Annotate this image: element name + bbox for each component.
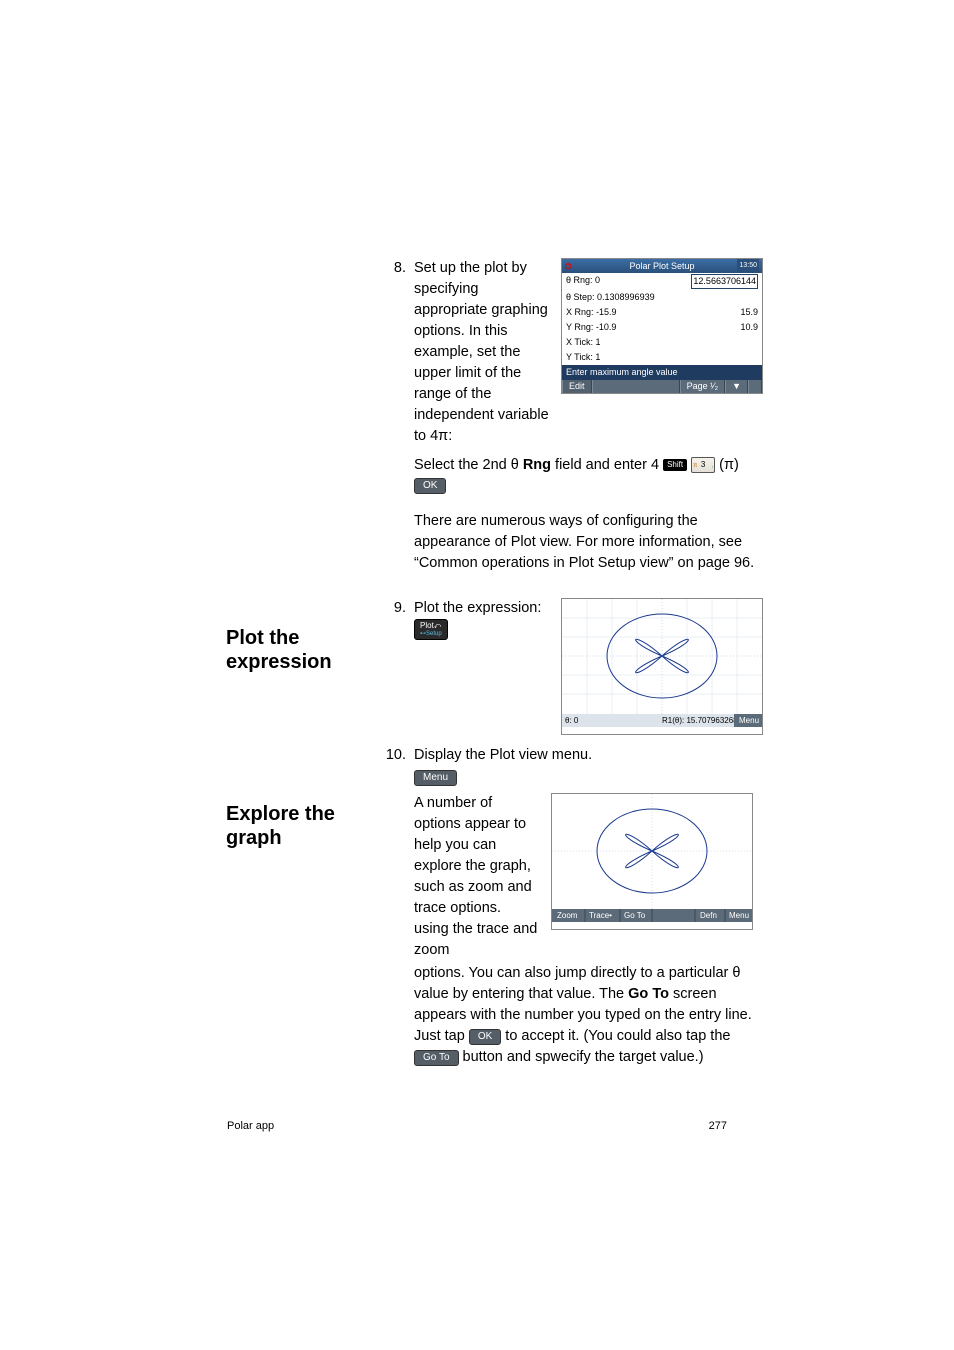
setup-field: X Rng: -15.9 bbox=[566, 306, 617, 319]
polar-plot-screenshot-2: Zoom Trace• Go To Defn Menu bbox=[551, 793, 753, 930]
step8-select-a: Select the 2nd θ bbox=[414, 457, 523, 473]
step10-number: 10. bbox=[382, 745, 414, 766]
step8-common: There are numerous ways of configuring t… bbox=[414, 511, 763, 574]
calc-title: Polar Plot Setup bbox=[629, 261, 694, 271]
setup-value: 15.9 bbox=[740, 306, 758, 319]
calc-hint: Enter maximum angle value bbox=[562, 365, 762, 380]
plot-expression-heading: Plot the expression bbox=[226, 626, 366, 674]
ok-button-2: OK bbox=[469, 1029, 501, 1045]
shift-key: Shift bbox=[663, 459, 687, 471]
polar-plot-screenshot-1: θ: 0 R1(θ): 15.707963268 Menu bbox=[561, 598, 763, 735]
svg-text:Zoom: Zoom bbox=[557, 911, 578, 920]
r1-status: R1(θ): 15.707963268 bbox=[662, 716, 738, 725]
svg-text:Menu: Menu bbox=[739, 716, 759, 725]
step10-para-a: A number of options appear to help you c… bbox=[414, 793, 539, 961]
setup-field: Y Rng: -10.9 bbox=[566, 321, 616, 334]
svg-text:Trace•: Trace• bbox=[589, 911, 612, 920]
step9-number: 9. bbox=[382, 598, 414, 619]
step8-select-b: field and enter 4 bbox=[551, 457, 659, 473]
step10-para-b-d: button and spwecify the target value.) bbox=[459, 1049, 704, 1065]
svg-text:Menu: Menu bbox=[729, 911, 749, 920]
rng-bold: Rng bbox=[523, 457, 551, 473]
edit-button: Edit bbox=[562, 380, 592, 393]
key-3: 3π, bbox=[691, 457, 715, 473]
setup-value: 10.9 bbox=[740, 321, 758, 334]
polar-plot-setup-screenshot: ⏻ Polar Plot Setup 13:50 θ Rng: 0 12.5663… bbox=[561, 258, 763, 394]
pi-paren: (π) bbox=[719, 457, 739, 473]
step9-text: Plot the expression: bbox=[414, 600, 541, 616]
page-down-icon: ▼ bbox=[725, 380, 748, 393]
step10-para-b-c: to accept it. (You could also tap the bbox=[501, 1028, 730, 1044]
calc-time: 13:50 bbox=[737, 259, 759, 273]
goto-bold: Go To bbox=[628, 986, 669, 1002]
setup-field: Y Tick: 1 bbox=[566, 351, 600, 364]
footer-left: Polar app bbox=[227, 1119, 274, 1135]
setup-field: θ Step: 0.1308996939 bbox=[566, 291, 655, 304]
plot-key: Plot⤺ ⊷Setup bbox=[414, 619, 448, 640]
close-icon: ⏻ bbox=[565, 260, 571, 274]
page-indicator: Page ¹⁄₂ bbox=[680, 380, 726, 393]
menu-button: Menu bbox=[414, 770, 457, 786]
setup-field: X Tick: 1 bbox=[566, 336, 601, 349]
setup-value: 12.5663706144 bbox=[691, 274, 758, 289]
ok-button: OK bbox=[414, 478, 446, 494]
svg-text:Defn: Defn bbox=[700, 911, 717, 920]
setup-field: θ Rng: 0 bbox=[566, 274, 600, 289]
step8-number: 8. bbox=[382, 258, 414, 279]
footer-right: 277 bbox=[709, 1119, 727, 1135]
explore-graph-heading: Explore the graph bbox=[226, 802, 366, 850]
theta-status: θ: 0 bbox=[565, 716, 579, 725]
svg-text:Go To: Go To bbox=[624, 911, 646, 920]
step8-text: Set up the plot by specifying appropriat… bbox=[414, 258, 549, 447]
goto-button: Go To bbox=[414, 1050, 459, 1066]
step10-lead: Display the Plot view menu. bbox=[414, 747, 592, 763]
